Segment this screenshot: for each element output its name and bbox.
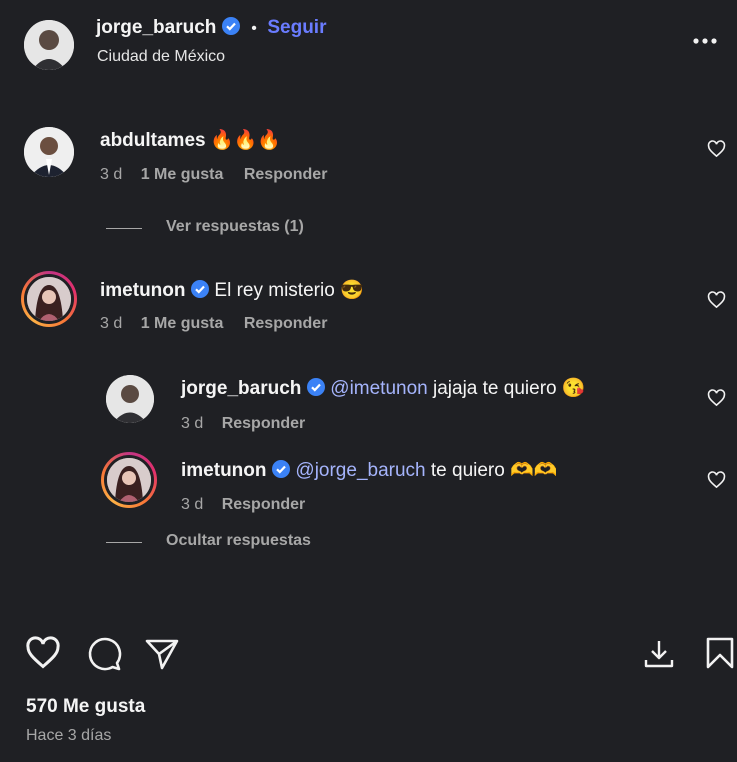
post-date: Hace 3 días [26, 727, 112, 744]
verified-badge-icon [221, 16, 241, 41]
verified-badge-icon [271, 459, 291, 484]
reply-text: jajaja te quiero 😘 [427, 378, 586, 399]
post-header-line: jorge_baruch • Seguir [96, 16, 326, 41]
reply-mention-link[interactable]: @imetunon [330, 378, 427, 399]
more-options-icon[interactable] [692, 34, 718, 52]
reply-username[interactable]: jorge_baruch [181, 378, 301, 399]
reply-username[interactable]: imetunon [181, 460, 267, 481]
reply-line: jorge_baruch @imetunon jajaja te quiero … [181, 376, 586, 402]
view-replies-button[interactable]: Ver respuestas (1) [166, 218, 304, 236]
download-icon[interactable] [643, 638, 675, 675]
comment-time[interactable]: 3 d [100, 166, 122, 183]
replies-divider [106, 228, 142, 229]
reply-author-story-avatar[interactable] [101, 452, 157, 508]
commenter-avatar[interactable] [24, 127, 74, 177]
comment-meta: 3 d 1 Me gusta Responder [100, 315, 327, 333]
reply-line: imetunon @jorge_baruch te quiero 🫶🫶 [181, 458, 557, 484]
comment-likes[interactable]: 1 Me gusta [141, 166, 224, 183]
comment-meta: 3 d 1 Me gusta Responder [100, 166, 327, 184]
reply-meta: 3 d Responder [181, 415, 305, 433]
reply-meta: 3 d Responder [181, 496, 305, 514]
save-bookmark-icon[interactable] [704, 636, 736, 675]
comment-time[interactable]: 3 d [100, 315, 122, 332]
comment-bubble-icon[interactable] [86, 636, 122, 677]
reply-button[interactable]: Responder [244, 166, 328, 183]
comment-like-heart-icon[interactable] [707, 291, 726, 314]
comment-text: 🔥🔥🔥 [210, 130, 282, 151]
post-like-count[interactable]: 570 Me gusta [26, 696, 145, 718]
reply-button[interactable]: Responder [222, 496, 306, 513]
post-author-avatar[interactable] [24, 20, 74, 70]
like-heart-icon[interactable] [25, 636, 61, 675]
reply-like-heart-icon[interactable] [707, 471, 726, 494]
post-location[interactable]: Ciudad de México [97, 48, 225, 66]
reply-button[interactable]: Responder [222, 415, 306, 432]
reply-text: te quiero 🫶🫶 [425, 460, 558, 481]
separator-dot: • [251, 20, 257, 37]
verified-badge-icon [306, 377, 326, 402]
reply-like-heart-icon[interactable] [707, 389, 726, 412]
post-author-username[interactable]: jorge_baruch [96, 17, 216, 38]
hide-replies-button[interactable]: Ocultar respuestas [166, 532, 311, 550]
comment-line: imetunon El rey misterio 😎 [100, 278, 364, 304]
share-send-icon[interactable] [144, 637, 180, 676]
follow-button[interactable]: Seguir [267, 17, 326, 38]
commenter-story-avatar[interactable] [21, 271, 77, 327]
comment-line: abdultames 🔥🔥🔥 [100, 128, 281, 152]
comment-likes[interactable]: 1 Me gusta [141, 315, 224, 332]
reply-time[interactable]: 3 d [181, 415, 203, 432]
comment-username[interactable]: abdultames [100, 130, 206, 151]
reply-mention-link[interactable]: @jorge_baruch [295, 460, 425, 481]
comment-text: El rey misterio 😎 [214, 280, 364, 301]
comment-like-heart-icon[interactable] [707, 140, 726, 163]
verified-badge-icon [190, 279, 210, 304]
comment-username[interactable]: imetunon [100, 280, 186, 301]
reply-button[interactable]: Responder [244, 315, 328, 332]
replies-divider [106, 542, 142, 543]
reply-time[interactable]: 3 d [181, 496, 203, 513]
reply-author-avatar[interactable] [106, 375, 154, 423]
